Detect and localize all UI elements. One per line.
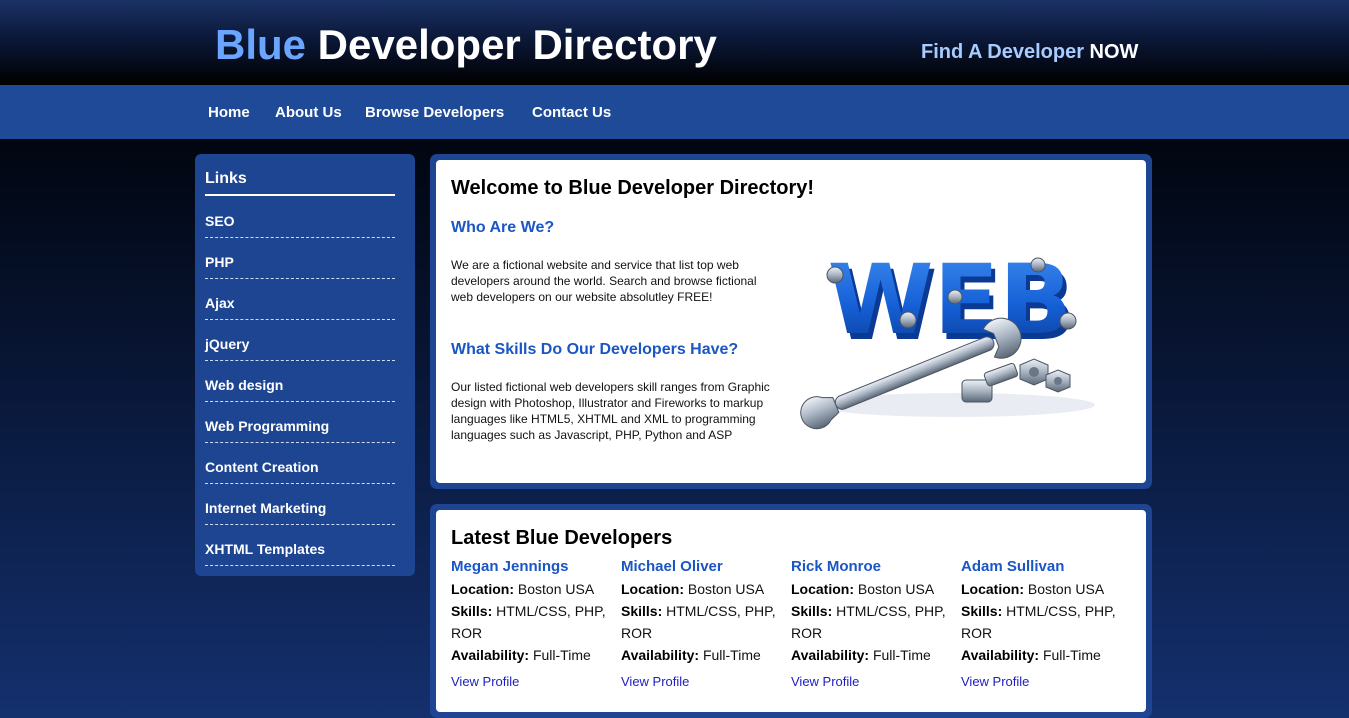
developer-location: Location: Boston USA xyxy=(961,578,1121,600)
skills-label: Skills: xyxy=(791,603,833,619)
sidebar-links: Links SEO PHP Ajax jQuery Web design Web… xyxy=(195,154,415,576)
skills-label: Skills: xyxy=(621,603,663,619)
site-title[interactable]: Blue Developer Directory xyxy=(215,20,717,70)
sidebar-item-web-design[interactable]: Web design xyxy=(205,361,395,402)
tagline: Find A Developer NOW xyxy=(921,40,1138,64)
view-profile-link[interactable]: View Profile xyxy=(791,673,951,691)
availability-value: Full-Time xyxy=(1042,647,1101,663)
view-profile-link[interactable]: View Profile xyxy=(961,673,1121,691)
location-label: Location: xyxy=(451,581,514,597)
developer-skills: Skills: HTML/CSS, PHP, ROR xyxy=(961,600,1121,644)
sidebar-item-label: SEO xyxy=(205,213,235,229)
who-are-we-heading: Who Are We? xyxy=(451,219,555,236)
welcome-heading: Welcome to Blue Developer Directory! xyxy=(451,177,815,199)
developer-card: Megan Jennings Location: Boston USA Skil… xyxy=(451,556,611,691)
location-label: Location: xyxy=(791,581,854,597)
nav-about-us[interactable]: About Us xyxy=(275,104,342,122)
location-value: Boston USA xyxy=(687,581,765,597)
sidebar-item-php[interactable]: PHP xyxy=(205,238,395,279)
main-nav: Home About Us Browse Developers Contact … xyxy=(0,85,1349,139)
nav-home[interactable]: Home xyxy=(208,104,250,122)
sidebar-item-label: XHTML Templates xyxy=(205,541,326,557)
location-value: Boston USA xyxy=(517,581,595,597)
developer-availability: Availability: Full-Time xyxy=(621,644,781,666)
developer-availability: Availability: Full-Time xyxy=(961,644,1121,666)
sidebar-item-content-creation[interactable]: Content Creation xyxy=(205,443,395,484)
developer-card: Adam Sullivan Location: Boston USA Skill… xyxy=(961,556,1121,691)
developer-location: Location: Boston USA xyxy=(621,578,781,600)
developer-availability: Availability: Full-Time xyxy=(451,644,611,666)
availability-label: Availability: xyxy=(791,647,870,663)
site-title-rest: Developer Directory xyxy=(306,21,717,68)
developer-skills: Skills: HTML/CSS, PHP, ROR xyxy=(451,600,611,644)
sidebar-item-label: Ajax xyxy=(205,295,235,311)
site-title-accent: Blue xyxy=(215,21,307,68)
who-are-we-text: We are a fictional website and service t… xyxy=(451,258,757,304)
sidebar-item-jquery[interactable]: jQuery xyxy=(205,320,395,361)
location-value: Boston USA xyxy=(857,581,935,597)
site-header: Blue Developer Directory Find A Develope… xyxy=(0,0,1349,85)
sidebar-item-seo[interactable]: SEO xyxy=(205,197,395,238)
sidebar-item-label: PHP xyxy=(205,254,234,270)
developer-name[interactable]: Adam Sullivan xyxy=(961,556,1121,578)
sidebar-item-ajax[interactable]: Ajax xyxy=(205,279,395,320)
skills-heading: What Skills Do Our Developers Have? xyxy=(451,341,739,358)
skills-label: Skills: xyxy=(451,603,493,619)
sidebar-item-label: jQuery xyxy=(205,336,250,352)
developer-location: Location: Boston USA xyxy=(791,578,951,600)
location-label: Location: xyxy=(961,581,1024,597)
developer-name[interactable]: Michael Oliver xyxy=(621,556,781,578)
latest-heading: Latest Blue Developers xyxy=(451,527,673,549)
tagline-emphasis: NOW xyxy=(1089,41,1139,63)
sidebar-item-label: Web design xyxy=(205,377,284,393)
sidebar-divider xyxy=(205,194,395,196)
sidebar-item-label: Internet Marketing xyxy=(205,500,327,516)
location-value: Boston USA xyxy=(1027,581,1105,597)
developer-availability: Availability: Full-Time xyxy=(791,644,951,666)
sidebar-list: SEO PHP Ajax jQuery Web design Web Progr… xyxy=(205,197,395,566)
view-profile-link[interactable]: View Profile xyxy=(451,673,611,691)
skills-label: Skills: xyxy=(961,603,1003,619)
availability-label: Availability: xyxy=(451,647,530,663)
developer-skills: Skills: HTML/CSS, PHP, ROR xyxy=(791,600,951,644)
sidebar-item-label: Content Creation xyxy=(205,459,319,475)
developer-card: Michael Oliver Location: Boston USA Skil… xyxy=(621,556,781,691)
availability-value: Full-Time xyxy=(532,647,591,663)
nav-contact-us[interactable]: Contact Us xyxy=(532,104,611,122)
sidebar-item-label: Web Programming xyxy=(205,418,330,434)
sidebar-item-xhtml-templates[interactable]: XHTML Templates xyxy=(205,525,395,566)
developer-location: Location: Boston USA xyxy=(451,578,611,600)
availability-value: Full-Time xyxy=(702,647,761,663)
sidebar-item-web-programming[interactable]: Web Programming xyxy=(205,402,395,443)
skills-text: Our listed fictional web developers skil… xyxy=(451,380,770,442)
developer-card: Rick Monroe Location: Boston USA Skills:… xyxy=(791,556,951,691)
developer-name[interactable]: Rick Monroe xyxy=(791,556,951,578)
developer-name[interactable]: Megan Jennings xyxy=(451,556,611,578)
availability-label: Availability: xyxy=(961,647,1040,663)
availability-label: Availability: xyxy=(621,647,700,663)
sidebar-item-internet-marketing[interactable]: Internet Marketing xyxy=(205,484,395,525)
developer-skills: Skills: HTML/CSS, PHP, ROR xyxy=(621,600,781,644)
availability-value: Full-Time xyxy=(872,647,931,663)
sidebar-title: Links xyxy=(205,170,247,187)
tagline-main: Find A Developer xyxy=(921,41,1090,63)
web-tools-illustration: WEB WEB xyxy=(800,244,1095,430)
location-label: Location: xyxy=(621,581,684,597)
view-profile-link[interactable]: View Profile xyxy=(621,673,781,691)
nav-browse-developers[interactable]: Browse Developers xyxy=(365,104,504,122)
